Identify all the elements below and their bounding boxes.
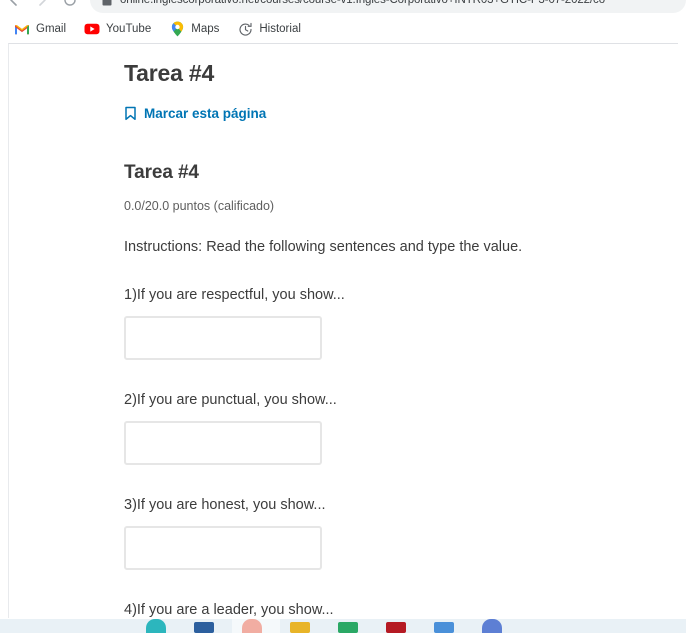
assignment-title: Tarea #4	[124, 162, 199, 183]
page-title: Tarea #4	[124, 60, 215, 86]
taskbar	[0, 619, 686, 633]
omnibox-row: online.inglescorporativo.net/courses/cou…	[0, 0, 686, 14]
page-viewport: Tarea #4 Marcar esta página Tarea #4 0.0…	[8, 43, 678, 618]
bookmarks-bar: Gmail YouTube Maps Historial	[0, 16, 686, 42]
bookmark-gmail-label: Gmail	[36, 23, 67, 35]
question-3-label: 3)If you are honest, you show...	[124, 497, 326, 513]
forward-icon[interactable]	[28, 0, 56, 14]
taskbar-icons	[146, 619, 530, 633]
answer-input-1[interactable]	[124, 316, 322, 360]
bookmark-maps-label: Maps	[191, 23, 220, 35]
question-1-label: 1)If you are respectful, you show...	[124, 287, 345, 303]
address-bar[interactable]: online.inglescorporativo.net/courses/cou…	[90, 0, 686, 13]
bookmark-gmail[interactable]: Gmail	[14, 21, 66, 37]
youtube-icon	[84, 21, 100, 37]
bookmark-icon	[124, 106, 137, 121]
bookmark-youtube[interactable]: YouTube	[84, 21, 151, 37]
taskbar-periwinkle-app-icon[interactable]	[482, 619, 502, 633]
bookmark-historial-label: Historial	[259, 23, 301, 35]
question-2-label: 2)If you are punctual, you show...	[124, 392, 337, 408]
taskbar-green-app-icon[interactable]	[338, 622, 358, 633]
history-icon	[237, 21, 253, 37]
taskbar-blue-app-icon[interactable]	[194, 622, 214, 633]
bookmark-page-link[interactable]: Marcar esta página	[124, 106, 266, 121]
answer-input-3[interactable]	[124, 526, 322, 570]
taskbar-lightblue-app-icon[interactable]	[434, 622, 454, 633]
bookmark-historial[interactable]: Historial	[237, 21, 301, 37]
gmail-icon	[14, 21, 30, 37]
points-status: 0.0/20.0 puntos (calificado)	[124, 199, 275, 213]
maps-icon	[169, 21, 185, 37]
lock-icon	[102, 0, 112, 6]
address-bar-url: online.inglescorporativo.net/courses/cou…	[120, 0, 606, 6]
bookmark-maps[interactable]: Maps	[169, 21, 219, 37]
bookmark-page-label: Marcar esta página	[144, 106, 267, 121]
back-icon[interactable]	[0, 0, 28, 14]
bookmark-youtube-label: YouTube	[106, 23, 152, 35]
question-4-label: 4)If you are a leader, you show...	[124, 602, 334, 618]
assignment-content: Tarea #4 Marcar esta página Tarea #4 0.0…	[9, 44, 678, 618]
taskbar-yellow-app-icon[interactable]	[290, 622, 310, 633]
taskbar-teal-app-icon[interactable]	[146, 619, 166, 633]
taskbar-active-highlight	[232, 619, 280, 633]
taskbar-darkred-app-icon[interactable]	[386, 622, 406, 633]
browser-chrome: online.inglescorporativo.net/courses/cou…	[0, 0, 686, 42]
reload-icon[interactable]	[56, 0, 84, 14]
instructions-text: Instructions: Read the following sentenc…	[124, 239, 523, 255]
answer-input-2[interactable]	[124, 421, 322, 465]
